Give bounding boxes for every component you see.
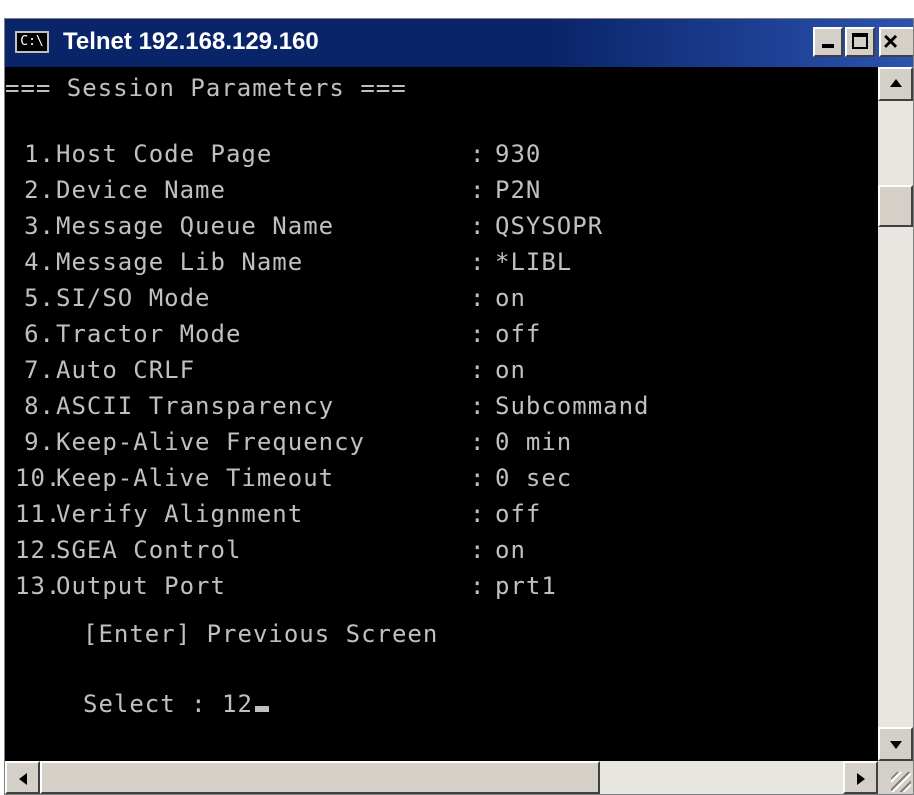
parameter-number: 3. [24,212,55,240]
select-input-value[interactable]: 12 [222,690,253,718]
parameter-label: Message Lib Name [56,248,304,276]
console-area[interactable]: === Session Parameters === 1. Host Code P… [5,67,878,761]
parameter-label: Message Queue Name [56,212,335,240]
parameter-value: P2N [495,176,542,204]
parameter-separator: : [470,464,486,492]
horizontal-scroll-thumb[interactable] [40,761,600,794]
parameter-value: on [495,536,526,564]
parameter-separator: : [470,428,486,456]
parameter-value: on [495,356,526,384]
session-header: === Session Parameters === [5,74,407,102]
parameter-separator: : [470,500,486,528]
parameter-label: Auto CRLF [56,356,196,384]
parameter-label: Output Port [56,572,226,600]
parameter-separator: : [470,356,486,384]
resize-grip-icon [891,772,911,792]
arrow-left-icon [19,773,27,785]
parameter-number: 7. [24,356,55,384]
parameter-number: 10. [15,464,62,492]
horizontal-scrollbar[interactable] [5,761,878,794]
parameter-value: off [495,320,542,348]
minimize-icon [822,44,834,48]
parameter-number: 4. [24,248,55,276]
scroll-down-button[interactable] [878,727,913,761]
arrow-up-icon [890,79,902,87]
parameter-label: Device Name [56,176,226,204]
parameter-label: Tractor Mode [56,320,242,348]
scroll-right-button[interactable] [843,761,878,794]
arrow-down-icon [890,741,902,749]
parameter-separator: : [470,140,486,168]
scroll-up-button[interactable] [878,67,913,101]
parameter-separator: : [470,176,486,204]
parameter-label: SGEA Control [56,536,242,564]
parameter-separator: : [470,212,486,240]
console-icon[interactable]: C:\ [15,31,49,53]
parameter-value: on [495,284,526,312]
size-grip[interactable] [878,761,913,794]
minimize-button[interactable] [813,27,843,57]
parameter-value: off [495,500,542,528]
parameter-value: prt1 [495,572,557,600]
scroll-left-button[interactable] [5,761,40,794]
parameter-label: ASCII Transparency [56,392,335,420]
parameter-number: 9. [24,428,55,456]
maximize-icon [852,33,868,49]
parameter-number: 13. [15,572,62,600]
enter-hint: [Enter] Previous Screen [83,620,439,648]
text-cursor [254,706,269,712]
arrow-right-icon [857,773,865,785]
parameter-label: Keep-Alive Timeout [56,464,335,492]
parameter-separator: : [470,392,486,420]
parameter-separator: : [470,536,486,564]
parameter-value: Subcommand [495,392,650,420]
parameter-number: 12. [15,536,62,564]
parameter-number: 1. [24,140,55,168]
parameter-value: 0 min [495,428,573,456]
parameter-number: 6. [24,320,55,348]
title-bar[interactable]: C:\ Telnet 192.168.129.160 × [5,19,913,67]
parameter-separator: : [470,572,486,600]
parameter-separator: : [470,284,486,312]
parameter-label: SI/SO Mode [56,284,211,312]
window-title: Telnet 192.168.129.160 [63,28,319,55]
close-icon: × [883,26,899,56]
parameter-number: 8. [24,392,55,420]
vertical-scrollbar[interactable] [878,67,913,761]
parameter-label: Host Code Page [56,140,273,168]
parameter-value: *LIBL [495,248,573,276]
close-button[interactable]: × [879,27,913,57]
maximize-button[interactable] [845,27,875,57]
parameter-label: Verify Alignment [56,500,304,528]
parameter-separator: : [470,320,486,348]
parameter-separator: : [470,248,486,276]
parameter-value: 930 [495,140,542,168]
parameter-number: 11. [15,500,62,528]
telnet-window: C:\ Telnet 192.168.129.160 × === Session… [4,18,914,795]
parameter-number: 5. [24,284,55,312]
vertical-scroll-thumb[interactable] [878,185,913,227]
parameter-number: 2. [24,176,55,204]
select-prompt[interactable]: Select : 12 [83,687,269,721]
parameter-value: QSYSOPR [495,212,604,240]
parameter-label: Keep-Alive Frequency [56,428,365,456]
parameter-value: 0 sec [495,464,573,492]
select-label: Select : [83,690,223,718]
